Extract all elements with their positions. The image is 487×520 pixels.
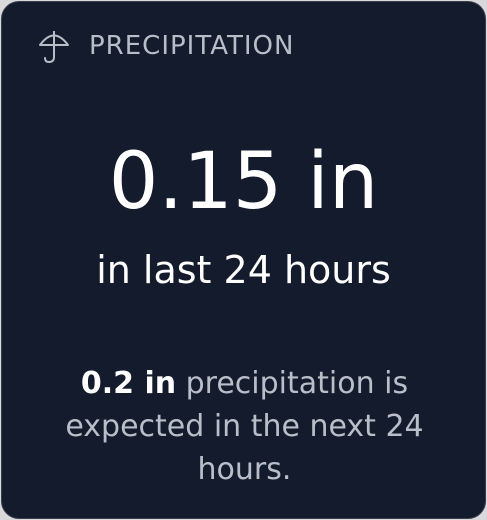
forecast-text: 0.2 in precipitation is expected in the … xyxy=(32,362,457,491)
precipitation-card[interactable]: PRECIPITATION 0.15 in in last 24 hours 0… xyxy=(1,1,486,519)
umbrella-icon xyxy=(37,28,71,64)
forecast-amount: 0.2 in xyxy=(80,366,177,401)
card-header: PRECIPITATION xyxy=(37,26,294,66)
precipitation-period: in last 24 hours xyxy=(96,248,391,292)
card-title: PRECIPITATION xyxy=(89,31,295,61)
precipitation-value: 0.15 in xyxy=(108,137,379,227)
